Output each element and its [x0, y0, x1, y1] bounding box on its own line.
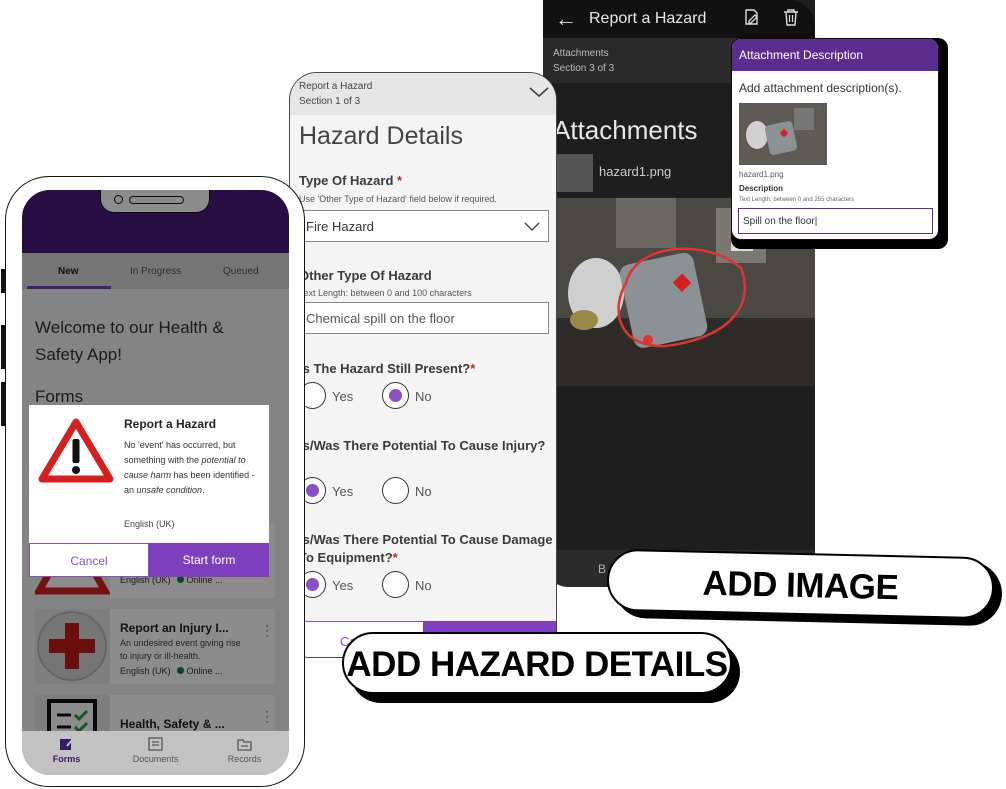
start-form-button[interactable]: Start form [149, 543, 269, 577]
cause-damage-no-radio[interactable] [382, 571, 409, 598]
type-of-hazard-text: Type Of Hazard [299, 173, 394, 188]
nav-documents[interactable]: Documents [111, 731, 200, 775]
phone-side-button [1, 325, 5, 369]
edit-form-icon [60, 738, 74, 750]
add-hazard-details-label: ADD HAZARD DETAILS [342, 632, 732, 694]
attachment-file-name: hazard1.png [599, 164, 672, 179]
chevron-down-icon [524, 222, 540, 231]
other-type-value: Chemical spill on the floor [306, 311, 455, 326]
other-type-hint: Text Length: between 0 and 100 character… [299, 288, 472, 298]
no-label: No [415, 578, 432, 593]
cause-damage-label-2: To Equipment?* [299, 550, 398, 565]
dialog-title: Attachment Description [732, 39, 938, 71]
section-index: Section 3 of 3 [553, 63, 615, 74]
required-mark: * [392, 550, 398, 565]
cause-damage-text: To Equipment? [299, 550, 393, 565]
yes-label: Yes [332, 578, 354, 593]
add-image-label: ADD IMAGE [606, 548, 995, 620]
hazard-present-text: Is The Hazard Still Present? [299, 361, 471, 376]
cause-injury-no-radio[interactable] [382, 477, 409, 504]
section-title: Attachments [553, 48, 609, 59]
form-header: Report a Hazard Section 1 of 3 [290, 73, 556, 115]
report-hazard-dialog: Report a Hazard No 'event' has occurred,… [29, 405, 269, 577]
dialog-body-text: . [202, 485, 205, 495]
type-of-hazard-label: Type Of Hazard * [299, 173, 402, 188]
nav-label: Records [227, 754, 262, 764]
required-mark: * [397, 173, 403, 188]
hazard-present-no-radio[interactable] [382, 382, 409, 409]
dialog-body-emphasis: unsafe condition [136, 485, 203, 495]
nav-forms[interactable]: Forms [22, 731, 111, 775]
marketing-collage: ← Report a Hazard Attachments Section 3 … [0, 0, 1006, 789]
hazard-present-label: Is The Hazard Still Present?* [299, 361, 475, 376]
bottom-action-label[interactable]: B [598, 562, 606, 576]
dialog-lead-text: Add attachment description(s). [739, 81, 902, 95]
description-input-value: Spill on the floor [743, 216, 815, 227]
yes-label: Yes [332, 484, 354, 499]
remove-attachment-icon[interactable]: ⊗ [816, 105, 822, 113]
nav-label: Documents [132, 754, 179, 764]
hazard-details-phone: Report a Hazard Section 1 of 3 Hazard De… [289, 72, 557, 658]
attachment-description-dialog: Attachment Description Add attachment de… [731, 38, 948, 249]
back-arrow-icon[interactable]: ← [555, 6, 577, 32]
phone-side-button [1, 269, 5, 293]
warning-sign-icon [38, 418, 114, 483]
yes-label: Yes [332, 389, 354, 404]
dialog-body: No 'event' has occurred, but something w… [124, 438, 259, 498]
nav-label: Forms [52, 754, 81, 764]
page-title: Hazard Details [299, 122, 463, 150]
type-of-hazard-value: Fire Hazard [306, 219, 374, 234]
page-title: Attachments [553, 115, 698, 145]
attachment-file-name: hazard1.png [739, 170, 784, 179]
no-label: No [415, 484, 432, 499]
dialog-title: Report a Hazard [124, 417, 217, 431]
other-type-input[interactable]: Chemical spill on the floor [299, 302, 549, 334]
attachment-thumbnail [553, 154, 593, 192]
cause-injury-label: Is/Was There Potential To Cause Injury? [299, 438, 546, 453]
description-hint: Text Length: between 0 and 255 character… [739, 197, 855, 203]
section-index: Section 1 of 3 [299, 96, 361, 107]
attachment-description-card: Attachment Description Add attachment de… [731, 38, 939, 240]
required-mark: * [470, 361, 476, 376]
edit-document-icon[interactable] [743, 8, 761, 26]
trash-icon[interactable] [783, 8, 799, 26]
form-name: Report a Hazard [299, 81, 373, 92]
bottom-navigation: Forms Documents Records [22, 731, 289, 775]
phone-side-button [1, 382, 5, 426]
cause-damage-label: Is/Was There Potential To Cause Damage [299, 532, 553, 547]
app-bar-title: Report a Hazard [589, 10, 707, 27]
type-of-hazard-hint: Use 'Other Type of Hazard' field below i… [299, 194, 497, 204]
records-icon [237, 739, 252, 751]
chevron-down-icon[interactable] [528, 81, 550, 103]
dialog-language: English (UK) [124, 519, 175, 529]
other-type-label: Other Type Of Hazard [299, 268, 432, 283]
attachment-thumbnail [739, 103, 827, 165]
description-label: Description [739, 184, 784, 193]
no-label: No [415, 389, 432, 404]
cancel-button[interactable]: Cancel [29, 543, 149, 577]
attachments-app-bar: ← Report a Hazard [543, 0, 815, 38]
documents-icon [148, 737, 163, 751]
nav-records[interactable]: Records [200, 731, 289, 775]
type-of-hazard-select[interactable]: Fire Hazard [299, 210, 549, 242]
description-input[interactable]: Spill on the floor| [738, 208, 933, 234]
